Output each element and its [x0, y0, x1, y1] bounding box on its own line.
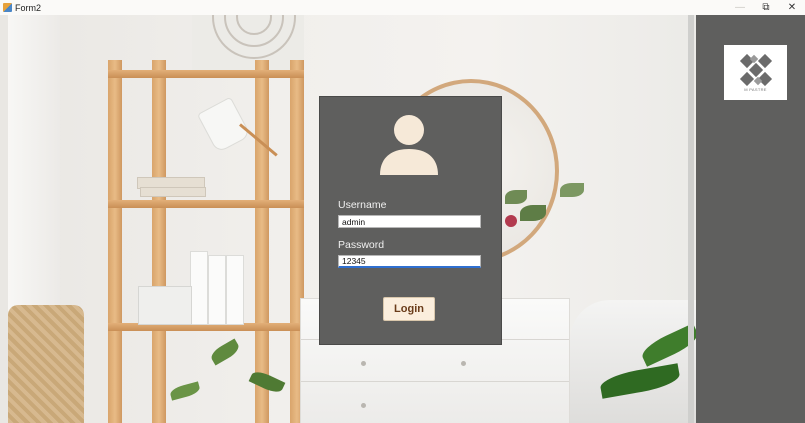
- window-title: Form2: [15, 2, 42, 13]
- binder: [190, 251, 208, 325]
- binder: [226, 255, 244, 325]
- woven-basket: [8, 305, 84, 423]
- shelf-post: [152, 60, 166, 423]
- close-button[interactable]: ✕: [779, 0, 805, 15]
- login-button[interactable]: Login: [383, 297, 435, 321]
- password-input[interactable]: [338, 255, 481, 268]
- shelf-board: [108, 200, 304, 208]
- binder: [208, 255, 226, 325]
- books: [140, 187, 206, 197]
- shelf-post: [108, 60, 122, 423]
- shelf-board: [108, 70, 304, 78]
- company-logo: M PASTRE: [724, 45, 787, 100]
- password-label: Password: [338, 239, 385, 251]
- username-label: Username: [338, 199, 387, 211]
- login-panel: Username Password Login: [320, 97, 501, 344]
- restore-button[interactable]: ⧉: [753, 0, 779, 15]
- wall-artwork: [192, 15, 304, 72]
- user-avatar-icon: [380, 115, 438, 175]
- interlocking-x-logo-icon: [739, 53, 772, 86]
- app-icon: [3, 3, 12, 12]
- username-input[interactable]: [338, 215, 481, 228]
- door-frame: [688, 15, 694, 423]
- minimize-button[interactable]: —: [727, 0, 753, 15]
- title-bar: Form2 — ⧉ ✕: [0, 0, 805, 15]
- storage-box: [138, 286, 192, 325]
- logo-text: M PASTRE: [744, 86, 767, 92]
- shelf-post: [255, 60, 269, 423]
